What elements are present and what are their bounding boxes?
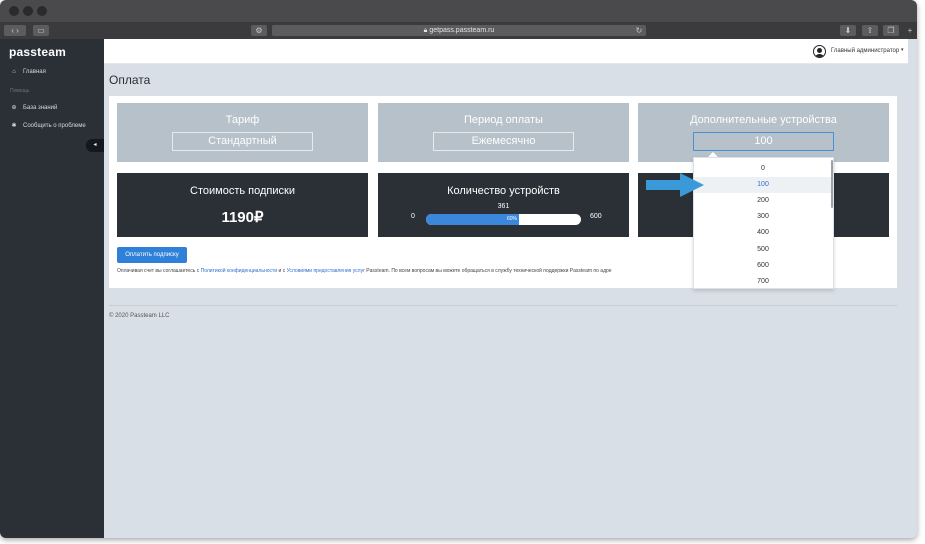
bug-icon: ✱ — [11, 123, 17, 129]
sidebar-item-home[interactable]: ⌂ Главная — [10, 66, 46, 78]
extra-devices-select[interactable]: 100 — [693, 132, 834, 151]
sidebar-item-report-problem[interactable]: ✱ Сообщить о проблеме — [10, 120, 86, 132]
minimize-window-icon[interactable] — [23, 6, 33, 16]
dropdown-option[interactable]: 0 — [694, 161, 832, 177]
browser-window: ‹ › ▭ ⚙ 🔒︎ getpass.passteam.ru ↻ ⬇ ⇪ ❐ +… — [0, 0, 917, 538]
dropdown-scrollbar[interactable] — [831, 160, 833, 208]
url-text: getpass.passteam.ru — [429, 27, 495, 34]
dropdown-option[interactable]: 600 — [694, 258, 832, 274]
devices-progress-bar: 60% — [426, 214, 581, 225]
devices-progress-fill: 60% — [426, 214, 519, 225]
sidebar-item-label: База знаний — [23, 105, 58, 111]
plus-icon: ⊕ — [11, 105, 17, 111]
logo: passteam — [9, 45, 66, 59]
footer-divider — [109, 305, 897, 306]
dropdown-option[interactable]: 200 — [694, 193, 832, 209]
sidebar-item-label: Сообщить о проблеме — [23, 123, 86, 129]
device-count: 361 — [497, 203, 510, 210]
page-title: Оплата — [109, 73, 151, 87]
sidebar-section-label: Помощь — [10, 88, 30, 94]
tariff-card: Тариф Стандартный — [117, 103, 368, 162]
sidebar: passteam ⌂ Главная Помощь ⊕ База знаний ✱ С… — [0, 39, 104, 538]
share-icon[interactable]: ⇪ — [862, 25, 878, 36]
sidebar-collapse-button[interactable]: ◂ — [86, 139, 104, 152]
sidebar-toggle-icon[interactable]: ▭ — [33, 25, 49, 36]
dropdown-option[interactable]: 300 — [694, 209, 832, 225]
lock-icon: 🔒︎ — [423, 27, 428, 34]
chevron-down-icon[interactable]: ▾ — [901, 47, 904, 53]
legal-prefix: Оплачивая счет вы соглашаетесь с — [117, 268, 201, 274]
extra-devices-dropdown: 0 100 200 300 400 500 600 700 — [693, 157, 834, 289]
privacy-policy-link[interactable]: Политикой конфиденциальности — [201, 268, 278, 274]
cost-card: Стоимость подписки 1190₽ — [117, 173, 368, 237]
cost-title: Стоимость подписки — [190, 185, 295, 197]
sidebar-item-knowledge-base[interactable]: ⊕ База знаний — [10, 102, 57, 114]
period-select[interactable]: Ежемесячно — [433, 132, 574, 151]
price-value: 1190₽ — [221, 209, 264, 226]
period-card: Период оплаты Ежемесячно — [378, 103, 629, 162]
pay-subscription-button[interactable]: Оплатить подписку — [117, 247, 187, 263]
browser-toolbar: ‹ › ▭ ⚙ 🔒︎ getpass.passteam.ru ↻ ⬇ ⇪ ❐ + — [0, 22, 917, 39]
settings-icon[interactable]: ⚙ — [251, 25, 267, 36]
reload-icon[interactable]: ↻ — [634, 25, 644, 36]
legal-suffix: Passteam. По всем вопросам вы можете обр… — [364, 268, 612, 274]
close-window-icon[interactable] — [9, 6, 19, 16]
extra-devices-title: Дополнительные устройства — [690, 114, 837, 126]
copyright: © 2020 Passteam LLC — [109, 313, 170, 319]
avatar[interactable] — [813, 45, 826, 58]
legal-text: Оплачивая счет вы соглашаетесь с Политик… — [117, 268, 612, 274]
terms-link[interactable]: Условиями предоставления услуг — [287, 268, 365, 274]
new-tab-icon[interactable]: + — [905, 25, 915, 36]
zoom-window-icon[interactable] — [37, 6, 47, 16]
devices-title: Количество устройств — [447, 185, 560, 197]
range-max: 600 — [590, 213, 602, 220]
dropdown-option[interactable]: 500 — [694, 242, 832, 258]
dropdown-option-selected[interactable]: 100 — [694, 177, 832, 193]
back-forward-icon[interactable]: ‹ › — [4, 25, 26, 36]
pointer-arrow-icon — [646, 173, 704, 197]
devices-card: Количество устройств 361 0 60% 600 — [378, 173, 629, 237]
dropdown-option[interactable]: 700 — [694, 274, 832, 288]
address-bar[interactable]: 🔒︎ getpass.passteam.ru — [272, 25, 646, 36]
range-min: 0 — [411, 213, 415, 220]
sidebar-item-label: Главная — [23, 69, 46, 75]
tabs-icon[interactable]: ❐ — [883, 25, 899, 36]
download-icon[interactable]: ⬇ — [840, 25, 856, 36]
top-bar: Главный администратор ▾ — [104, 39, 908, 64]
user-menu[interactable]: Главный администратор — [831, 48, 899, 54]
home-icon: ⌂ — [12, 69, 16, 75]
period-title: Период оплаты — [464, 114, 543, 126]
tariff-select[interactable]: Стандартный — [172, 132, 313, 151]
legal-middle: и с — [277, 268, 287, 274]
tariff-title: Тариф — [225, 114, 260, 126]
title-bar — [0, 0, 917, 22]
dropdown-option[interactable]: 400 — [694, 225, 832, 241]
chevron-left-icon: ◂ — [93, 142, 97, 148]
extra-devices-card: Дополнительные устройства 100 — [638, 103, 889, 162]
